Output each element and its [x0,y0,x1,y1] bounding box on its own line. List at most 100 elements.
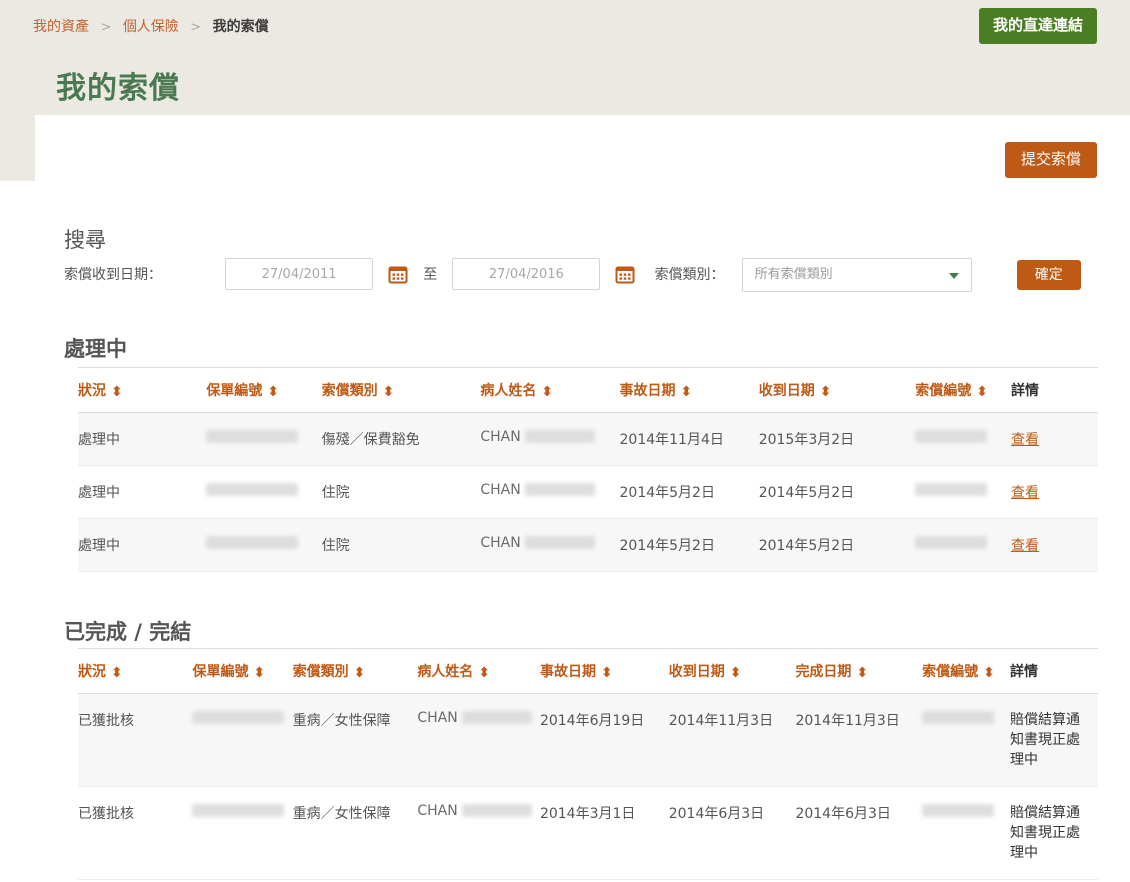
redacted-value [192,710,285,724]
cell-status: 處理中 [78,518,207,572]
col-header-label: 事故日期 [539,664,596,680]
sort-arrows-icon: ⬍ [976,384,989,400]
cell-detail: 賠償結算通知書現正處理中 [1010,786,1098,880]
cell-accident-date: 2014年6月19日 [539,693,669,787]
sort-arrows-icon: ⬍ [600,665,613,681]
cell-claim-number [915,518,1011,572]
left-background-rail [0,115,35,181]
view-claim-link[interactable]: 查看 [1011,432,1039,448]
table-row: 處理中 傷殘／保費豁免 CHAN 2014年11月4日 2015年3月2日 查看 [78,412,1098,466]
calendar-icon[interactable] [388,264,408,288]
claim-type-select[interactable]: 所有索償類別 [741,258,972,292]
patient-surname: CHAN [417,803,458,819]
col-header-label: 狀況 [78,383,106,399]
col-header-label: 保單編號 [206,383,263,399]
cell-claim-type: 傷殘／保費豁免 [321,412,481,466]
confirm-search-button[interactable]: 確定 [1016,260,1081,290]
col-header-policy-number[interactable]: 保單編號 ⬍ [192,648,293,694]
col-header-label: 索償編號 [915,383,972,399]
sort-arrows-icon: ⬍ [729,665,742,681]
col-header-claim-number[interactable]: 索償編號 ⬍ [915,367,1011,413]
date-range-to-label: 至 [423,267,438,283]
col-header-received-date[interactable]: 收到日期 ⬍ [758,367,916,413]
col-header-label: 詳情 [1010,383,1039,399]
col-header-status[interactable]: 狀況 ⬍ [78,367,207,413]
sort-arrows-icon: ⬍ [111,665,123,681]
breadcrumb-separator: > [100,20,112,35]
date-from-input[interactable] [225,258,374,290]
col-header-label: 病人姓名 [480,383,537,399]
col-header-claim-number[interactable]: 索償編號 ⬍ [922,648,1011,694]
sort-arrows-icon: ⬍ [983,665,995,681]
cell-patient-name: CHAN [480,412,620,466]
redacted-value [915,535,988,549]
claims-page: 我的資產 > 個人保險 > 我的索償 我的索償 我的直達連結 提交索償 搜尋 索… [0,0,1130,882]
cell-policy-number [192,786,293,880]
col-header-completed-date[interactable]: 完成日期 ⬍ [795,648,923,694]
sort-arrows-icon: ⬍ [253,665,266,681]
breadcrumb-item-current: 我的索償 [212,19,269,35]
breadcrumb-separator: > [190,20,202,35]
table-row: 已獲批核 重病／女性保障 CHAN 2014年6月19日 2014年11月3日 2014… [78,693,1098,787]
redacted-value [525,482,596,496]
cell-received-date: 2015年3月2日 [758,412,916,466]
redacted-value [922,803,995,817]
submit-claim-button[interactable]: 提交索償 [1004,142,1097,178]
cell-completed-date: 2014年6月3日 [795,786,923,880]
redacted-value [915,482,988,496]
col-header-detail: 詳情 [1010,648,1098,694]
claim-type-label: 索償類別： [654,267,725,283]
cell-status: 處理中 [78,412,207,466]
redacted-value [922,710,995,724]
redacted-value [462,710,533,724]
cell-detail[interactable]: 查看 [1010,412,1098,466]
breadcrumb-item-personal-insurance[interactable]: 個人保險 [123,19,179,35]
view-claim-link[interactable]: 查看 [1011,538,1039,554]
cell-claim-number [915,412,1011,466]
view-claim-link[interactable]: 查看 [1011,485,1039,501]
sort-arrows-icon: ⬍ [819,384,832,400]
cell-detail[interactable]: 查看 [1010,518,1098,572]
date-to-input[interactable] [452,258,601,290]
col-header-policy-number[interactable]: 保單編號 ⬍ [206,367,322,413]
col-header-label: 保單編號 [192,664,249,680]
cell-status: 處理中 [78,465,207,519]
cell-detail[interactable]: 查看 [1010,465,1098,519]
completed-section-title: 已完成 / 完結 [64,620,192,645]
redacted-value [206,482,299,496]
col-header-status[interactable]: 狀況 ⬍ [78,648,193,694]
col-header-detail: 詳情 [1010,367,1098,413]
calendar-icon[interactable] [615,264,635,288]
detail-status-text: 賠償結算通知書現正處理中 [1010,712,1081,768]
sort-arrows-icon: ⬍ [353,665,366,681]
detail-status-text: 賠償結算通知書現正處理中 [1010,805,1081,861]
redacted-value [206,535,299,549]
sort-arrows-icon: ⬍ [111,384,123,400]
col-header-accident-date[interactable]: 事故日期 ⬍ [539,648,669,694]
sort-arrows-icon: ⬍ [382,384,395,400]
processing-table-body: 處理中 傷殘／保費豁免 CHAN 2014年11月4日 2015年3月2日 查看 處理中住… [78,412,1098,572]
cell-policy-number [206,518,322,572]
col-header-claim-type[interactable]: 索償類別 ⬍ [292,648,418,694]
cell-received-date: 2014年11月3日 [668,693,796,787]
col-header-received-date[interactable]: 收到日期 ⬍ [668,648,796,694]
my-direct-links-button[interactable]: 我的直達連結 [978,8,1097,44]
col-header-label: 詳情 [1010,664,1039,680]
col-header-claim-type[interactable]: 索償類別 ⬍ [321,367,481,413]
col-header-patient-name[interactable]: 病人姓名 ⬍ [417,648,540,694]
cell-claim-type: 重病／女性保障 [292,693,418,787]
cell-received-date: 2014年6月3日 [668,786,796,880]
col-header-patient-name[interactable]: 病人姓名 ⬍ [480,367,620,413]
chevron-down-icon [948,273,959,279]
cell-accident-date: 2014年5月2日 [619,518,759,572]
cell-received-date: 2014年5月2日 [758,465,916,519]
redacted-value [206,429,299,443]
cell-detail: 賠償結算通知書現正處理中 [1010,693,1098,787]
patient-surname: CHAN [480,535,521,551]
col-header-label: 索償編號 [922,664,979,680]
page-header: 我的資產 > 個人保險 > 我的索償 我的索償 我的直達連結 [0,0,1130,115]
col-header-accident-date[interactable]: 事故日期 ⬍ [619,367,759,413]
redacted-value [462,803,533,817]
table-header-row: 狀況 ⬍ 保單編號 ⬍ 索償類別 ⬍ 病人姓名 ⬍ 事故日期 ⬍ 收到日期 ⬍ 完成日期 ⬍ … [78,648,1098,694]
breadcrumb-item-my-assets[interactable]: 我的資產 [33,19,89,35]
